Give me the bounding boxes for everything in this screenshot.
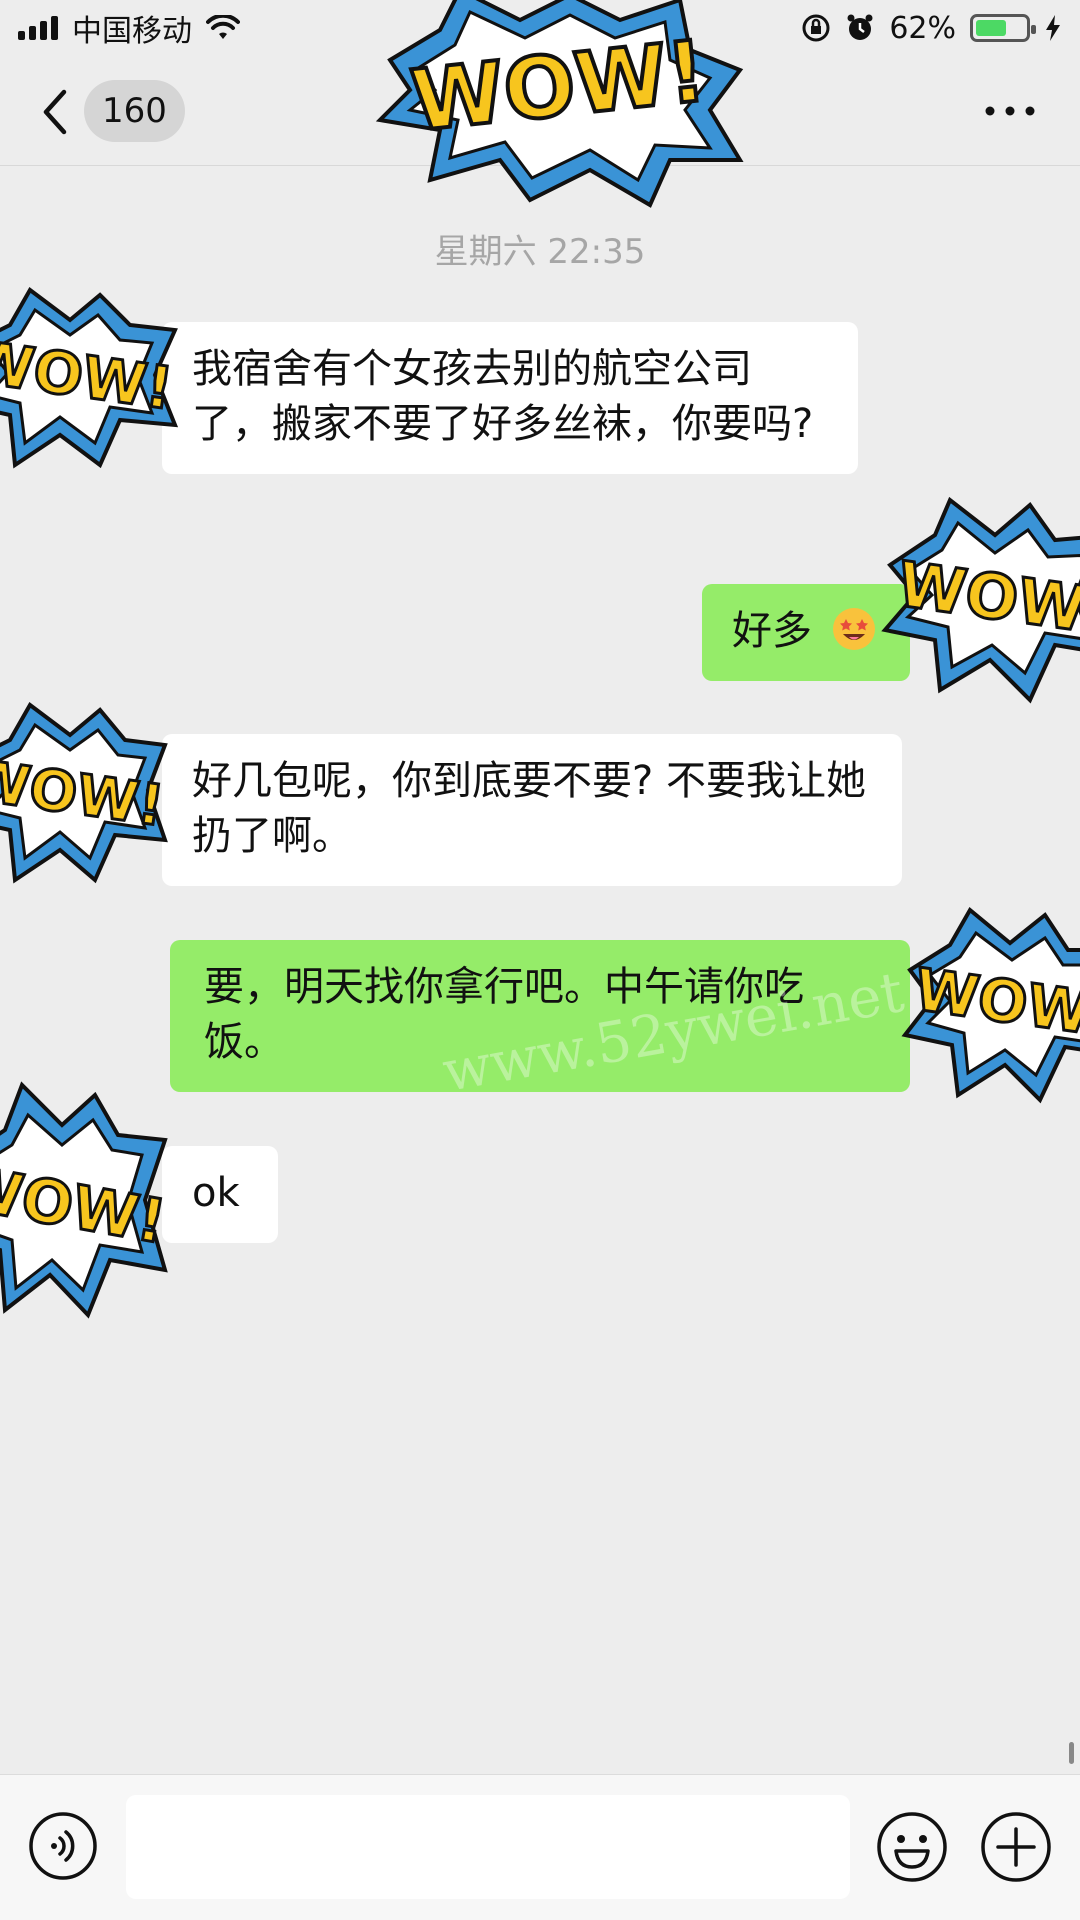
charging-icon: [1046, 15, 1060, 41]
wifi-icon: [206, 15, 240, 39]
chat-screen: 中国移动 62% 160 星期六 22:35 我宿舍有个女孩去别的航空公司了，搬…: [0, 0, 1080, 1920]
wow-sticker: WOW!: [375, 0, 744, 208]
emoji-icon[interactable]: [876, 1811, 948, 1883]
battery-fill: [976, 20, 1006, 36]
star-struck-emoji-icon: [832, 608, 875, 650]
wow-sticker: WOW!: [881, 496, 1080, 704]
message-bubble-incoming[interactable]: 我宿舍有个女孩去别的航空公司了，搬家不要了好多丝袜，你要吗?: [162, 322, 858, 474]
battery-icon: [970, 14, 1036, 42]
signal-icon: [18, 16, 58, 40]
message-input[interactable]: [126, 1795, 850, 1899]
scrollbar[interactable]: [1069, 1742, 1074, 1764]
plus-icon[interactable]: [980, 1811, 1052, 1883]
chat-timestamp: 星期六 22:35: [434, 232, 646, 272]
status-left: 中国移动: [18, 6, 240, 50]
wow-sticker: WOW!: [0, 702, 169, 884]
wow-sticker: WOW!: [0, 287, 178, 469]
message-bubble-outgoing[interactable]: 要，明天找你拿行吧。中午请你吃饭。: [170, 940, 910, 1092]
carrier-label: 中国移动: [72, 14, 192, 49]
rotation-lock-icon: [802, 14, 830, 42]
message-bubble-incoming[interactable]: ok: [162, 1146, 278, 1243]
message-text: 好多: [732, 608, 812, 654]
input-bar: [0, 1774, 1080, 1920]
unread-count-badge[interactable]: 160: [84, 80, 185, 142]
voice-icon[interactable]: [28, 1811, 98, 1881]
chevron-left-icon[interactable]: [32, 84, 82, 140]
message-bubble-outgoing[interactable]: 好多: [702, 584, 910, 681]
status-right: 62%: [801, 11, 1062, 46]
more-dots-icon[interactable]: [982, 96, 1038, 126]
battery-percent: 62%: [889, 10, 956, 46]
wow-sticker: WOW!: [0, 1081, 170, 1319]
alarm-icon: [847, 14, 873, 40]
wow-sticker: WOW!: [901, 906, 1080, 1104]
message-bubble-incoming[interactable]: 好几包呢，你到底要不要? 不要我让她扔了啊。: [162, 734, 902, 886]
